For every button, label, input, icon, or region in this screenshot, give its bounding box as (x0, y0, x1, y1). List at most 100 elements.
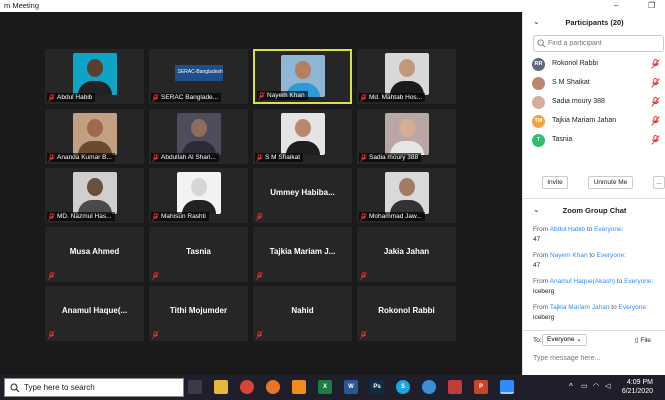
participant-name-label: Md. Mahtab Hos... (359, 93, 426, 102)
mic-muted-icon (651, 97, 660, 107)
chat-message-input[interactable] (533, 351, 661, 365)
network-icon[interactable]: ▭ (581, 382, 588, 390)
chat-title: Zoom Group Chat (562, 206, 627, 215)
video-tile[interactable]: MD. Nazmul Has... (45, 168, 144, 223)
volume-icon[interactable]: ◁ (605, 382, 610, 390)
mic-muted-icon (651, 116, 660, 126)
video-tile[interactable]: Mahisun Rashti (149, 168, 248, 223)
taskbar-search[interactable]: Type here to search (4, 378, 184, 397)
taskbar-search-placeholder: Type here to search (24, 383, 95, 392)
participant-display-name: Rokonol Rabbi (378, 306, 435, 315)
avatar: TM (532, 115, 545, 128)
powerpoint-icon[interactable]: P (474, 380, 488, 394)
video-tile[interactable]: Ananda Kumar B... (45, 109, 144, 164)
chat-message-text: 47 (533, 236, 541, 243)
participant-video (384, 113, 429, 155)
search-icon (537, 39, 546, 48)
video-tile[interactable]: Sadia moury 388 (357, 109, 456, 164)
video-tile[interactable]: Mohammad Jaw... (357, 168, 456, 223)
browser-globe-icon[interactable] (422, 380, 436, 394)
video-tile[interactable]: Abdullah Al Shari... (149, 109, 248, 164)
person-head (294, 119, 311, 137)
excel-icon[interactable]: X (318, 380, 332, 394)
wifi-icon[interactable]: ◠ (593, 382, 599, 390)
chat-sender[interactable]: Abdul Habib (550, 226, 585, 233)
video-tile[interactable]: Tasnia (149, 227, 248, 282)
chrome-icon[interactable] (240, 380, 254, 394)
media-icon[interactable] (448, 380, 462, 394)
video-tile[interactable]: Anamul Haque(... (45, 286, 144, 341)
video-tile[interactable]: Ummey Habiba... (253, 168, 352, 223)
chevron-up-icon[interactable]: ^ (569, 382, 573, 391)
chat-sender[interactable]: Tajkia Mariam Jahan (550, 304, 610, 311)
participant-display-name: Tasnia (186, 247, 211, 256)
unmute-me-button[interactable]: Unmute Me (588, 176, 633, 189)
vlc-icon[interactable] (292, 380, 306, 394)
chat-sender[interactable]: Nayem Khan (550, 252, 588, 259)
chat-sender[interactable]: Anamul Haque(Akash) (550, 278, 615, 285)
participant-display-name: Nahid (291, 306, 314, 315)
participant-name: Sadia moury 388 (552, 98, 605, 105)
person-head (294, 61, 311, 79)
firefox-icon[interactable] (266, 380, 280, 394)
video-tile[interactable]: Md. Mahtab Hos... (357, 49, 456, 104)
participant-search[interactable] (533, 35, 664, 52)
word-icon[interactable]: W (344, 380, 358, 394)
video-tile[interactable]: Jakia Jahan (357, 227, 456, 282)
participant-name-label: Sadia moury 388 (359, 153, 422, 162)
video-tile[interactable]: SERAC-Bangladesh SERAC Banglade... (149, 49, 248, 104)
title-bar: m Meeting – ❐ (0, 0, 665, 12)
clock[interactable]: 4:09 PM 6/21/2020 (622, 378, 653, 396)
participant-name: Rokonol Rabbi (552, 60, 598, 67)
file-button[interactable]: ▯ File (635, 336, 651, 344)
invite-button[interactable]: Invite (542, 176, 568, 189)
participant-video (384, 53, 429, 95)
more-button[interactable]: ... (653, 176, 665, 189)
taskbar: Type here to search X W Ps S P ^ ▭ ◠ ◁ 4:09 … (0, 375, 665, 400)
person-head (190, 119, 207, 137)
participant-name-label: Mohammad Jaw... (359, 212, 425, 221)
participant-video (384, 172, 429, 214)
participants-title: Participants (20) (565, 18, 624, 27)
file-explorer-icon[interactable] (214, 380, 228, 394)
video-tile[interactable]: Nayem Khan (253, 49, 352, 104)
participant-row[interactable]: TM Tajkia Mariam Jahan (523, 113, 665, 130)
video-tile[interactable]: Tajkia Mariam J... (253, 227, 352, 282)
video-tile[interactable]: S M Shaikat (253, 109, 352, 164)
participant-row[interactable]: S M Shaikat (523, 75, 665, 92)
chat-to-text: to (615, 278, 625, 285)
video-tile[interactable]: Musa Ahmed (45, 227, 144, 282)
logo-text: SERAC-Bangladesh (177, 69, 223, 75)
chat-recipient-value: Everyone (547, 336, 575, 343)
participant-row[interactable]: RR Rokonol Rabbi (523, 56, 665, 73)
minimize-button[interactable]: – (614, 1, 618, 10)
video-tile[interactable]: Abdul Habib (45, 49, 144, 104)
restore-button[interactable]: ❐ (648, 1, 655, 10)
task-view-icon[interactable] (188, 380, 202, 394)
video-tile[interactable]: Tithi Mojumder (149, 286, 248, 341)
avatar (532, 96, 545, 109)
skype-icon[interactable]: S (396, 380, 410, 394)
chat-message: From Nayem Khan to Everyone: 47 (533, 252, 661, 269)
chat-from-label: From (533, 278, 550, 285)
divider (523, 198, 665, 199)
mic-muted-icon (258, 92, 265, 100)
zoom-icon[interactable] (500, 380, 514, 394)
participant-search-input[interactable] (548, 38, 660, 49)
video-tile[interactable]: Rokonol Rabbi (357, 286, 456, 341)
chat-from-label: From (533, 252, 550, 259)
chat-header: ⌄ Zoom Group Chat (523, 200, 665, 220)
mic-muted-icon (651, 59, 660, 69)
mic-muted-icon (48, 272, 55, 280)
video-tile[interactable]: Nahid (253, 286, 352, 341)
photoshop-icon[interactable]: Ps (370, 380, 384, 394)
participant-video (72, 113, 117, 155)
chat-recipient-select[interactable]: Everyone ⌄ (542, 334, 587, 346)
participant-row[interactable]: T Tasnia (523, 132, 665, 149)
participant-name-label: Mahisun Rashti (151, 212, 209, 221)
mic-muted-icon (256, 331, 263, 339)
participant-row[interactable]: Sadia moury 388 (523, 94, 665, 111)
file-label: File (640, 337, 651, 344)
person-head (86, 119, 103, 137)
chevron-down-icon: ⌄ (576, 336, 582, 343)
